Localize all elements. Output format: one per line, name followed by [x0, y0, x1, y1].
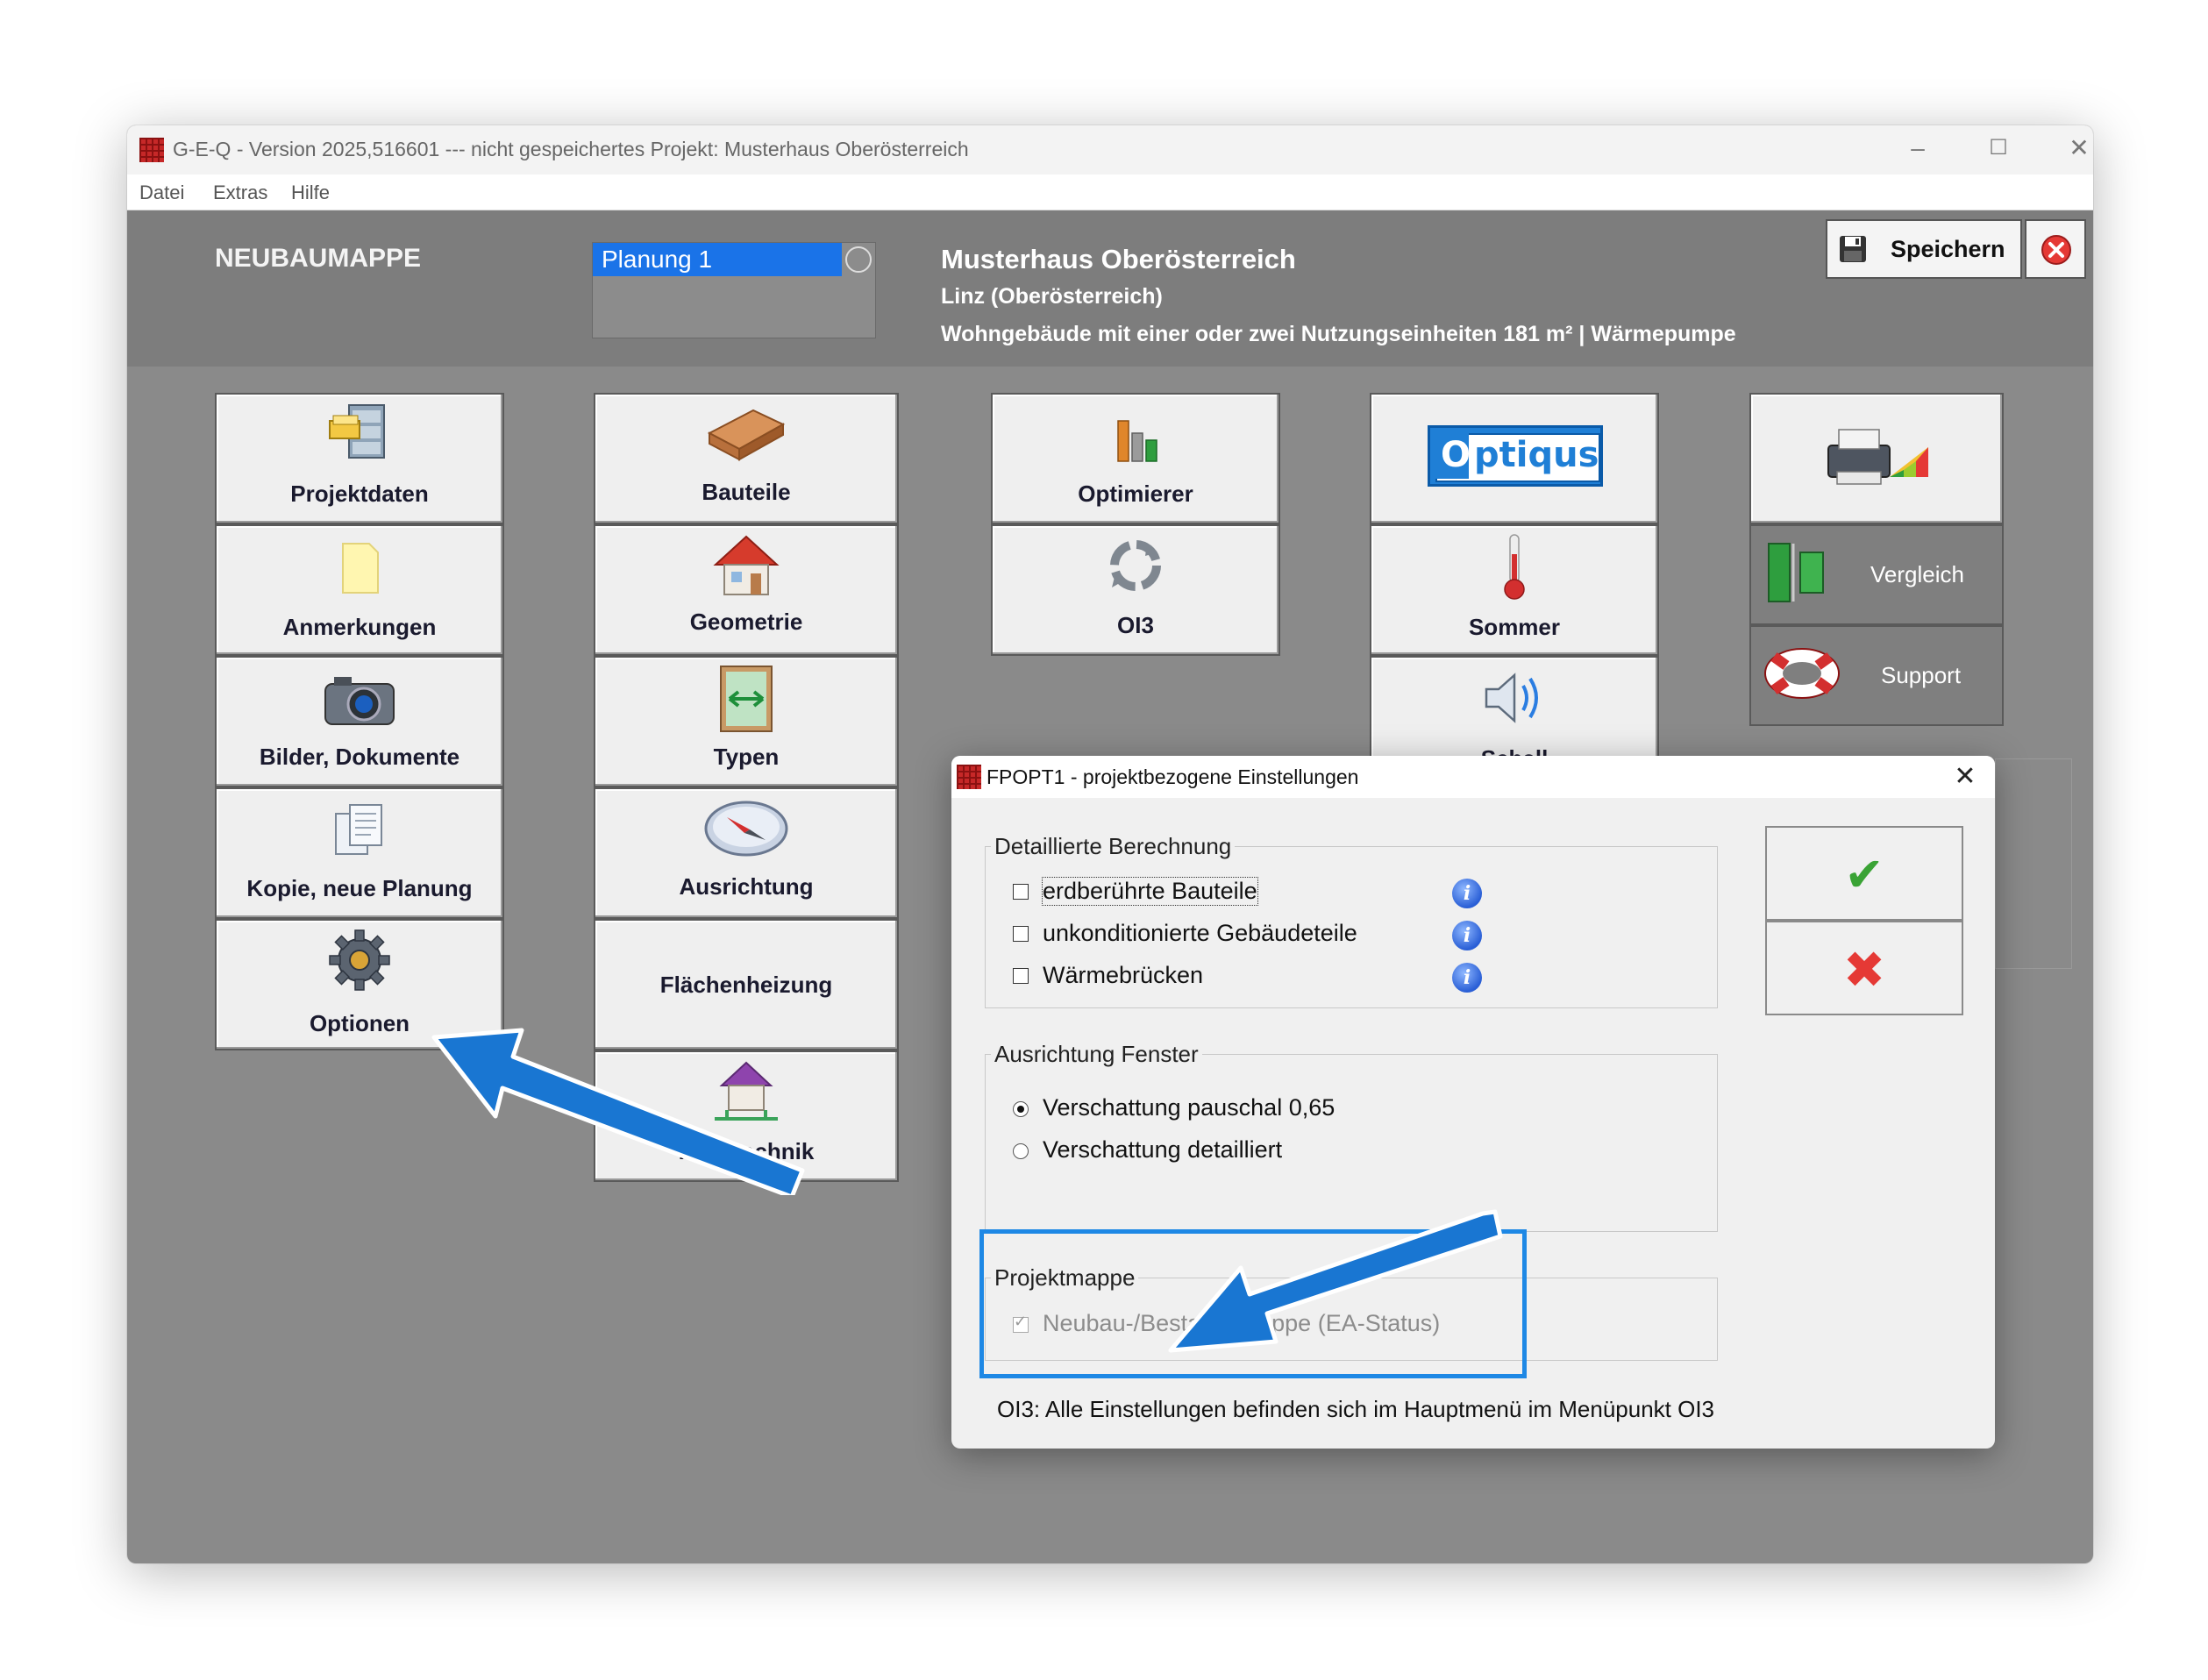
anmerkungen-label: Anmerkungen [282, 614, 437, 640]
printer-energy-icon [1827, 429, 1928, 485]
brick-icon [707, 409, 786, 461]
bar-chart-icon [1117, 420, 1157, 462]
planning-radio-icon[interactable] [845, 246, 872, 273]
radio-verschattung-pauschal[interactable] [1013, 1101, 1029, 1117]
menu-hilfe[interactable]: Hilfe [291, 182, 330, 204]
optimierer-tile[interactable]: Optimierer [991, 393, 1280, 524]
sommer-tile[interactable]: Sommer [1370, 524, 1659, 656]
project-name: Musterhaus Oberösterreich [941, 244, 1296, 274]
copy-documents-icon [335, 804, 382, 855]
close-window-button[interactable]: ✕ [2053, 131, 2093, 166]
group1-legend: Detaillierte Berechnung [994, 833, 1232, 859]
vergleich-label: Vergleich [1870, 561, 1964, 587]
vergleich-tile[interactable]: Vergleich [1749, 524, 2004, 625]
app-icon [139, 138, 164, 162]
dialog-close-button[interactable]: ✕ [1946, 759, 1984, 794]
dialog-footer-note: OI3: Alle Einstellungen befinden sich im… [997, 1396, 1715, 1422]
bilder-label: Bilder, Dokumente [259, 744, 460, 770]
section-title: NEUBAUMAPPE [215, 244, 422, 273]
sommer-label: Sommer [1468, 614, 1561, 640]
project-header: NEUBAUMAPPE Planung 1 Musterhaus Oberöst… [127, 210, 2093, 367]
house-icon [713, 535, 780, 595]
save-label: Speichern [1891, 236, 2005, 262]
info-icon[interactable]: i [1452, 879, 1482, 908]
compare-icon [1768, 543, 1824, 602]
thermometer-icon [1504, 534, 1525, 600]
window-title: G-E-Q - Version 2025,516601 --- nicht ge… [173, 138, 969, 160]
lifebuoy-icon [1764, 648, 1840, 699]
window-type-icon [720, 666, 773, 732]
radio-verschattung-detailliert[interactable] [1013, 1143, 1029, 1159]
support-label: Support [1881, 662, 1962, 688]
option-verschattung-pauschal[interactable]: Verschattung pauschal 0,65 [1043, 1094, 1335, 1121]
dialog-title-bar: FPOPT1 - projektbezogene Einstellungen ✕ [951, 756, 1995, 798]
save-button[interactable]: Speichern [1826, 219, 2022, 279]
option-waermebruecken[interactable]: Wärmebrücken [1043, 962, 1203, 989]
ausrichtung-label: Ausrichtung [679, 873, 814, 900]
projektdaten-tile[interactable]: Projektdaten [215, 393, 504, 524]
checkbox-unkonditionierte-gebaeudeteile[interactable] [1013, 926, 1029, 942]
optiqus-logo: O ptiqus [1428, 425, 1603, 487]
dialog-title: FPOPT1 - projektbezogene Einstellungen [986, 765, 1359, 788]
menu-bar: Datei Extras Hilfe [127, 174, 2093, 210]
close-circle-icon [2041, 235, 2071, 265]
bauteile-label: Bauteile [702, 479, 791, 505]
option-erdberuehrte-bauteile[interactable]: erdberührte Bauteile [1042, 877, 1258, 906]
cancel-button[interactable]: ✖ [1765, 921, 1963, 1015]
dialog-app-icon [957, 765, 981, 789]
file-cabinet-icon [329, 404, 385, 459]
planning-item-selected[interactable]: Planung 1 [593, 243, 842, 276]
ausrichtung-tile[interactable]: Ausrichtung [594, 787, 899, 919]
kopie-label: Kopie, neue Planung [246, 875, 473, 901]
checkmark-icon: ✔ [1844, 849, 1884, 901]
compass-icon [704, 801, 788, 857]
kopie-tile[interactable]: Kopie, neue Planung [215, 787, 504, 919]
gear-icon [329, 929, 390, 991]
option-unkonditionierte-gebaeudeteile[interactable]: unkonditionierte Gebäudeteile [1043, 920, 1357, 947]
support-tile[interactable]: Support [1749, 625, 2004, 726]
camera-icon [324, 677, 395, 725]
typen-tile[interactable]: Typen [594, 656, 899, 787]
checkbox-waermebruecken[interactable] [1013, 968, 1029, 984]
cross-icon: ✖ [1842, 942, 1886, 999]
title-bar: G-E-Q - Version 2025,516601 --- nicht ge… [127, 125, 2093, 174]
bilder-tile[interactable]: Bilder, Dokumente [215, 656, 504, 787]
checkbox-erdberuehrte-bauteile[interactable] [1013, 884, 1029, 900]
building-info: Wohngebäude mit einer oder zwei Nutzungs… [941, 322, 1736, 346]
project-location: Linz (Oberösterreich) [941, 284, 1163, 309]
oi3-label: OI3 [1117, 612, 1154, 638]
menu-datei[interactable]: Datei [139, 182, 184, 204]
optiqus-tile[interactable]: O ptiqus [1370, 393, 1659, 524]
anmerkungen-tile[interactable]: Anmerkungen [215, 524, 504, 656]
oi3-tile[interactable]: OI3 [991, 524, 1280, 656]
exit-button[interactable] [2025, 219, 2086, 279]
geometrie-label: Geometrie [689, 609, 803, 635]
note-icon [342, 543, 379, 594]
info-icon[interactable]: i [1452, 921, 1482, 950]
side-panel [1995, 758, 2072, 969]
minimize-button[interactable]: – [1891, 131, 1944, 166]
info-icon[interactable]: i [1452, 963, 1482, 993]
floppy-disk-icon [1840, 236, 1866, 262]
maximize-button[interactable]: ☐ [1972, 131, 2025, 166]
typen-label: Typen [713, 744, 780, 770]
optimierer-label: Optimierer [1078, 481, 1193, 507]
bauteile-tile[interactable]: Bauteile [594, 393, 899, 524]
speaker-icon [1485, 673, 1538, 723]
energieausweis-print-tile[interactable] [1749, 393, 2004, 524]
option-verschattung-detailliert[interactable]: Verschattung detailliert [1043, 1136, 1282, 1164]
geometrie-tile[interactable]: Geometrie [594, 524, 899, 656]
menu-extras[interactable]: Extras [213, 182, 267, 204]
projektdaten-label: Projektdaten [290, 481, 429, 507]
annotation-arrow-down-left-icon [1168, 1209, 1503, 1353]
annotation-arrow-left-icon [431, 1028, 805, 1195]
group2-legend: Ausrichtung Fenster [994, 1041, 1199, 1067]
planning-list[interactable]: Planung 1 [592, 242, 876, 338]
ok-button[interactable]: ✔ [1765, 826, 1963, 921]
recycle-icon [1110, 540, 1161, 591]
settings-dialog: FPOPT1 - projektbezogene Einstellungen ✕… [951, 756, 1995, 1449]
